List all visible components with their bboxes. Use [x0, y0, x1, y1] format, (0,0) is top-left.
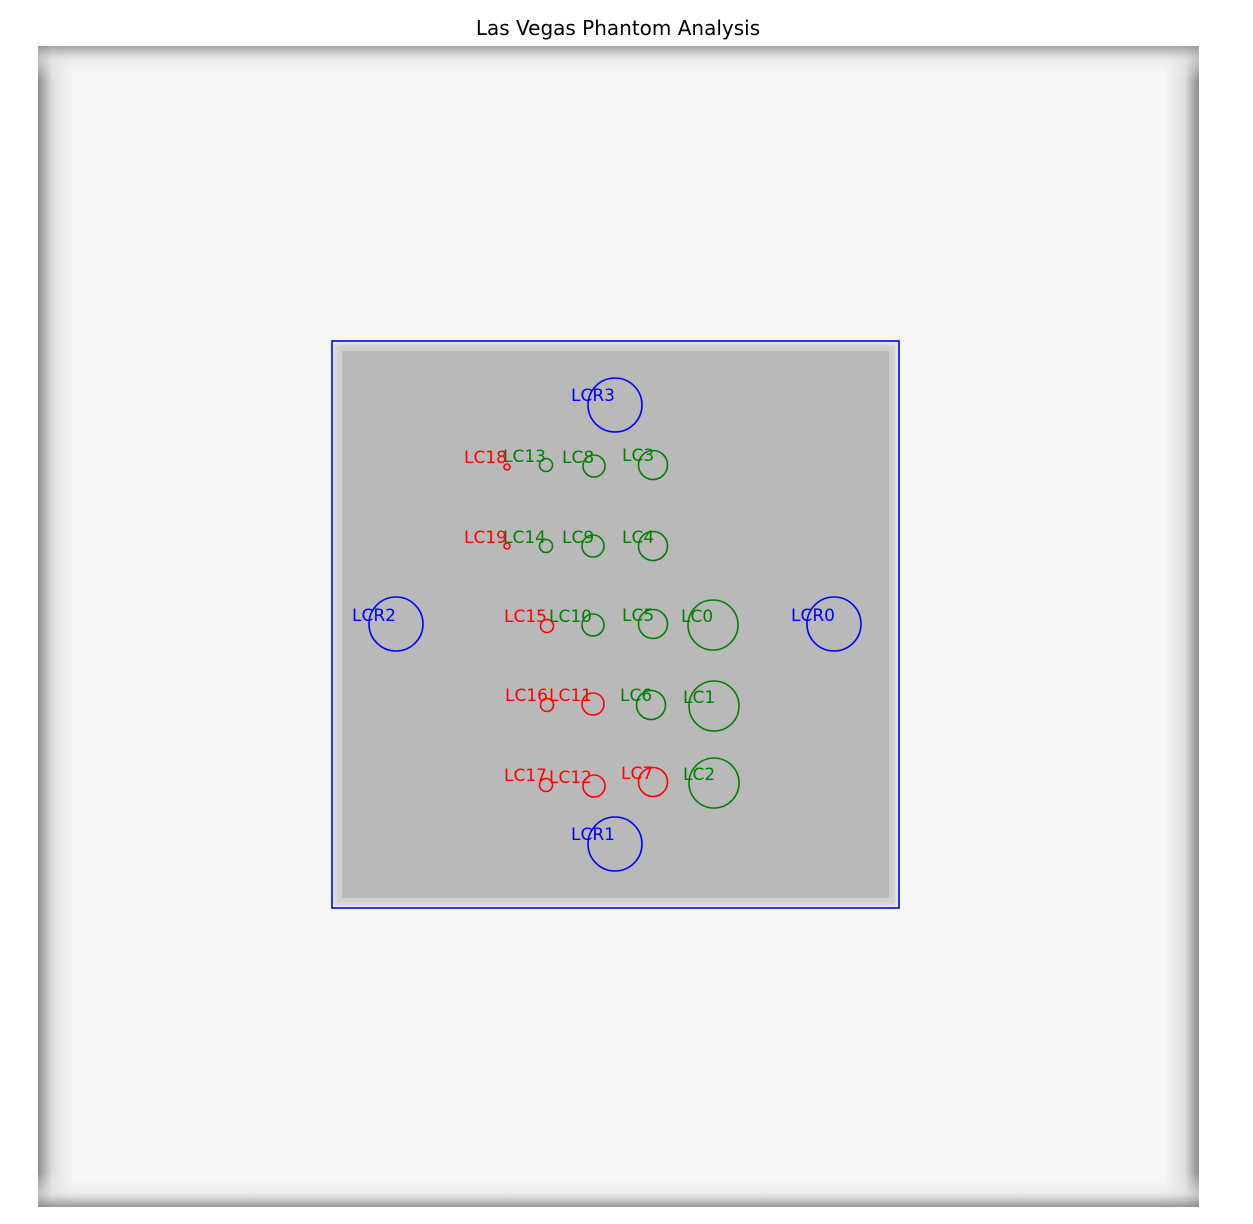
- roi-label: LC19: [464, 528, 507, 548]
- roi-label: LC2: [683, 765, 715, 785]
- roi-label: LC1: [683, 688, 715, 708]
- roi-label: LC4: [622, 528, 654, 548]
- roi-lc18: LC18: [464, 448, 511, 471]
- roi-label: LC3: [622, 446, 654, 466]
- roi-label: LC13: [503, 447, 546, 467]
- roi-label: LC16: [505, 686, 548, 706]
- roi-label: LC0: [681, 607, 713, 627]
- roi-label: LC6: [620, 686, 652, 706]
- roi-label: LC11: [549, 686, 592, 706]
- roi-label: LC5: [622, 606, 654, 626]
- roi-label: LCR3: [571, 386, 615, 406]
- roi-label: LCR1: [571, 825, 615, 845]
- phantom-figure: LCR0 LCR1 LCR2 LCR3 LC0 LC1 LC2 LC3 LC4 …: [38, 46, 1199, 1207]
- roi-label: LC12: [549, 768, 592, 788]
- roi-label: LC8: [562, 448, 594, 468]
- roi-label: LC18: [464, 448, 507, 468]
- roi-label: LCR0: [791, 606, 835, 626]
- roi-lc19: LC19: [464, 528, 511, 550]
- roi-label: LC10: [549, 607, 592, 627]
- roi-label: LC9: [562, 528, 594, 548]
- roi-label: LCR2: [352, 606, 396, 626]
- roi-label: LC17: [504, 766, 547, 786]
- roi-label: LC7: [621, 764, 653, 784]
- roi-label: LC15: [504, 607, 547, 627]
